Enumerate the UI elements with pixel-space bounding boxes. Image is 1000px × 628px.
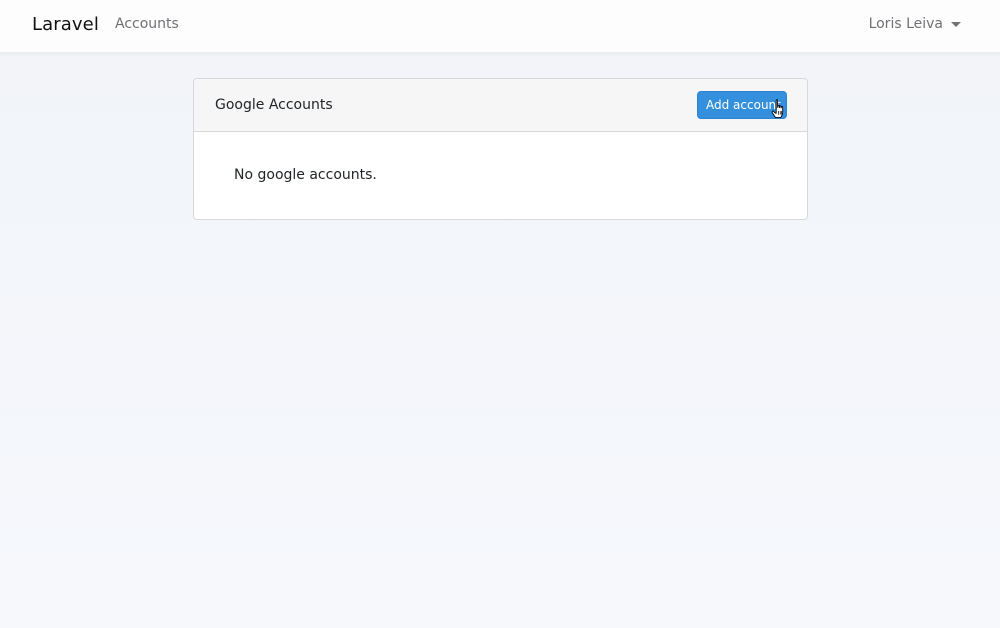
top-navbar: Laravel Accounts Loris Leiva — [0, 0, 1000, 53]
nav-link-accounts[interactable]: Accounts — [115, 16, 179, 32]
hand-pointer-icon — [771, 99, 784, 119]
user-name: Loris Leiva — [868, 16, 943, 32]
google-accounts-card: Google Accounts Add account No google ac… — [193, 78, 808, 220]
card-body: No google accounts. — [194, 132, 807, 219]
card-header: Google Accounts Add account — [194, 79, 807, 132]
user-dropdown-toggle[interactable]: Loris Leiva — [869, 16, 961, 32]
card-title: Google Accounts — [215, 97, 333, 113]
brand-logo-link[interactable]: Laravel — [32, 14, 99, 35]
empty-state-message: No google accounts. — [234, 167, 377, 183]
caret-down-icon — [951, 22, 961, 27]
